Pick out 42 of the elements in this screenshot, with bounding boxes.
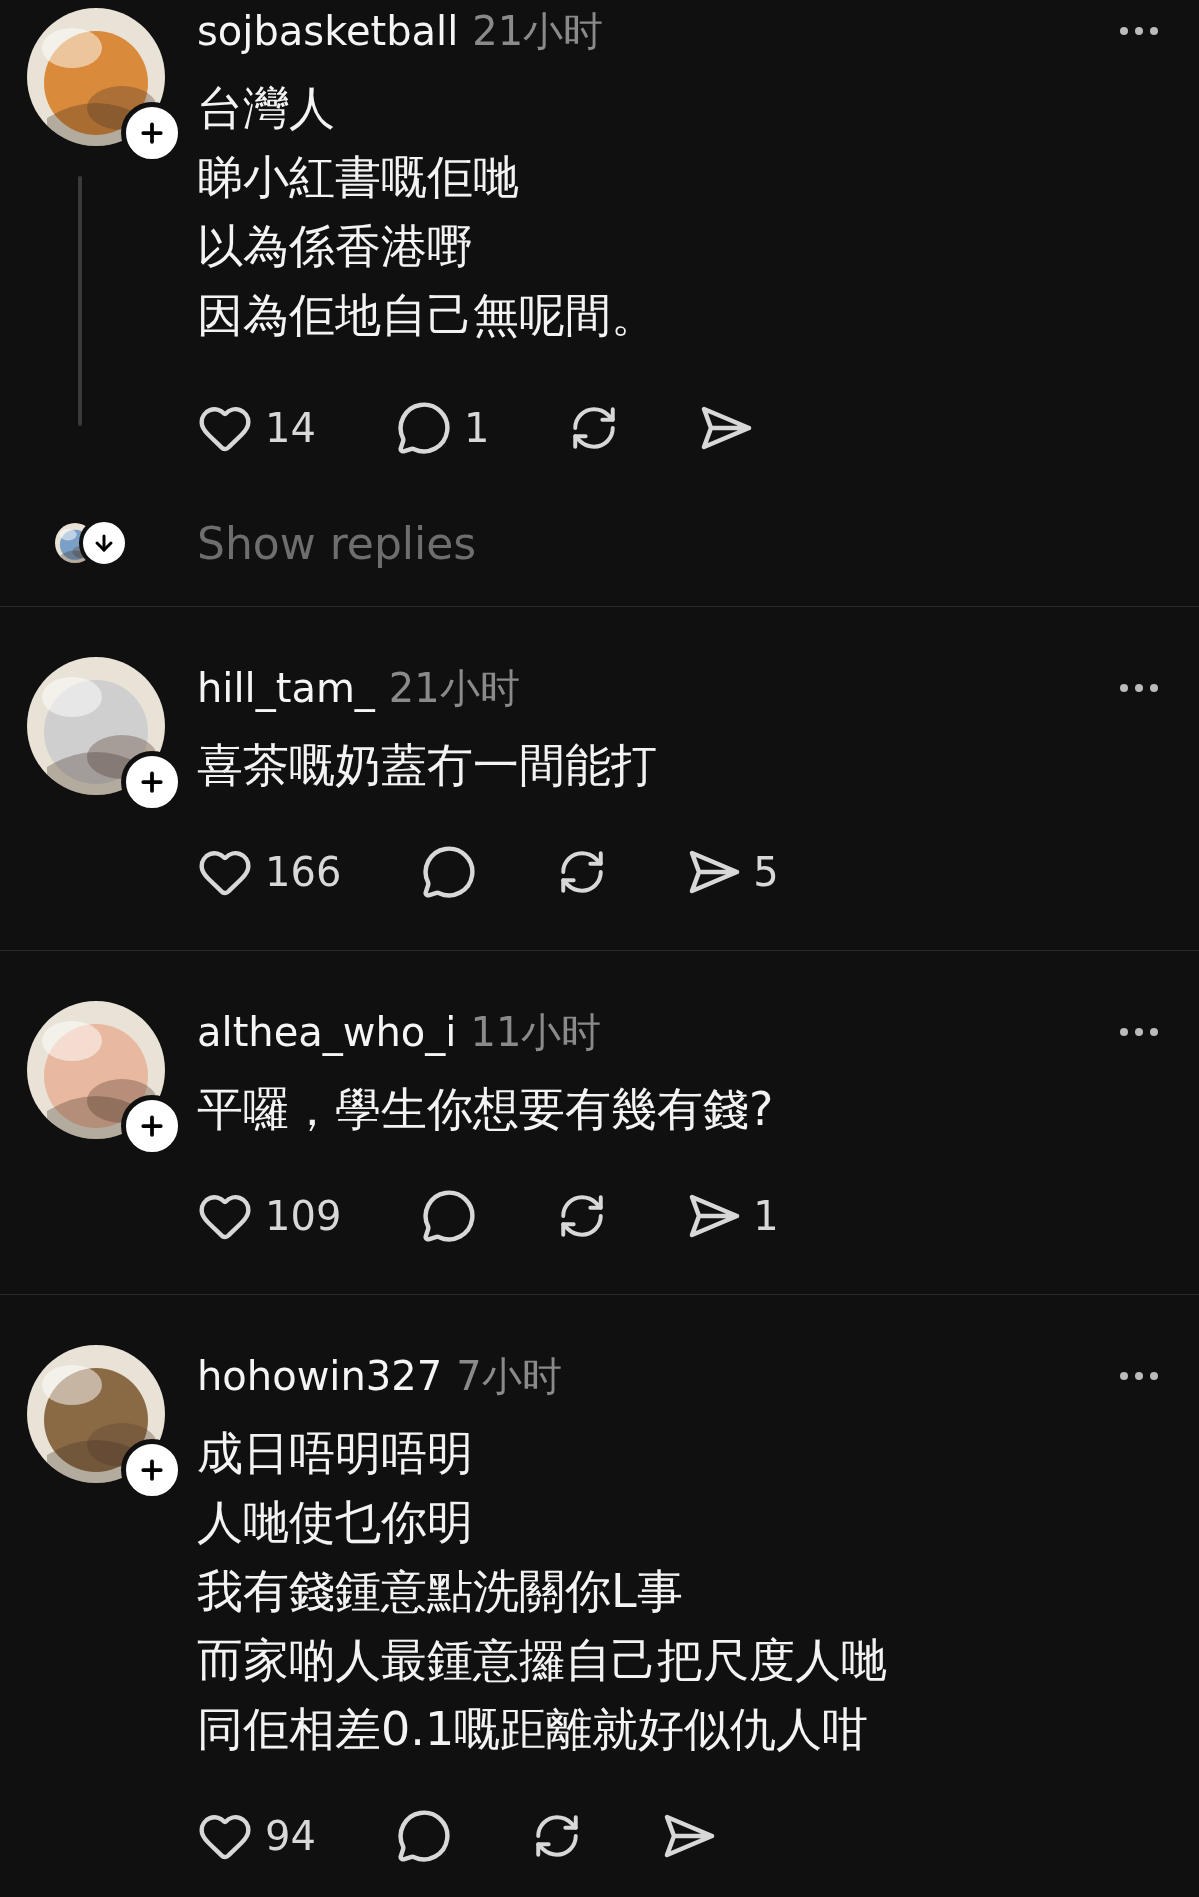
comment-button[interactable] (395, 1808, 452, 1864)
send-icon (687, 1193, 742, 1239)
timestamp: 11小时 (470, 1007, 602, 1057)
post-text: 平囉，學生你想要有幾有錢? (197, 1081, 774, 1138)
comment-button[interactable] (421, 844, 478, 900)
username[interactable]: hohowin327 (197, 1353, 443, 1399)
timestamp: 21小时 (472, 6, 604, 56)
timestamp: 21小时 (388, 663, 520, 713)
post-text: 台灣人 (197, 80, 335, 137)
more-icon[interactable] (1119, 1027, 1159, 1037)
post-text: 我有錢鍾意點洗關你L事 (197, 1563, 683, 1620)
post-text: 喜茶嘅奶蓋冇一間能打 (197, 737, 657, 794)
more-icon[interactable] (1119, 683, 1159, 693)
post-text: 以為係香港嘢 (197, 218, 473, 275)
more-icon[interactable] (1119, 1371, 1159, 1381)
comment-button[interactable] (421, 1188, 478, 1244)
username[interactable]: hill_tam_ (197, 665, 375, 711)
comment-button[interactable]: 1 (395, 400, 490, 456)
comment-icon (395, 400, 452, 456)
comment-icon (421, 1188, 478, 1244)
more-icon[interactable] (1119, 26, 1159, 36)
post-text: 成日唔明唔明 (197, 1425, 473, 1482)
like-button[interactable]: 14 (197, 400, 316, 456)
timestamp: 7小时 (456, 1351, 562, 1401)
show-replies-link[interactable]: Show replies (197, 517, 1199, 569)
like-button[interactable]: 109 (197, 1188, 342, 1244)
post-text: 人哋使乜你明 (197, 1494, 473, 1551)
post-text: 同佢相差0.1嘅距離就好似仇人咁 (197, 1701, 869, 1758)
share-button[interactable] (699, 405, 754, 451)
post-text: 睇小紅書嘅佢哋 (197, 149, 519, 206)
comment-icon (421, 844, 478, 900)
post-text: 而家啲人最鍾意攞自己把尺度人哋 (197, 1632, 887, 1689)
username[interactable]: althea_who_i (197, 1009, 457, 1055)
send-icon (687, 849, 742, 895)
like-button[interactable]: 94 (197, 1808, 316, 1864)
share-button[interactable]: 1 (687, 1193, 779, 1239)
username[interactable]: sojbasketball (197, 8, 459, 54)
send-icon (699, 405, 754, 451)
like-button[interactable]: 166 (197, 844, 342, 900)
comment-icon (395, 1808, 452, 1864)
share-button[interactable]: 5 (687, 849, 779, 895)
post-text: 因為佢地自己無呢間。 (197, 287, 657, 344)
